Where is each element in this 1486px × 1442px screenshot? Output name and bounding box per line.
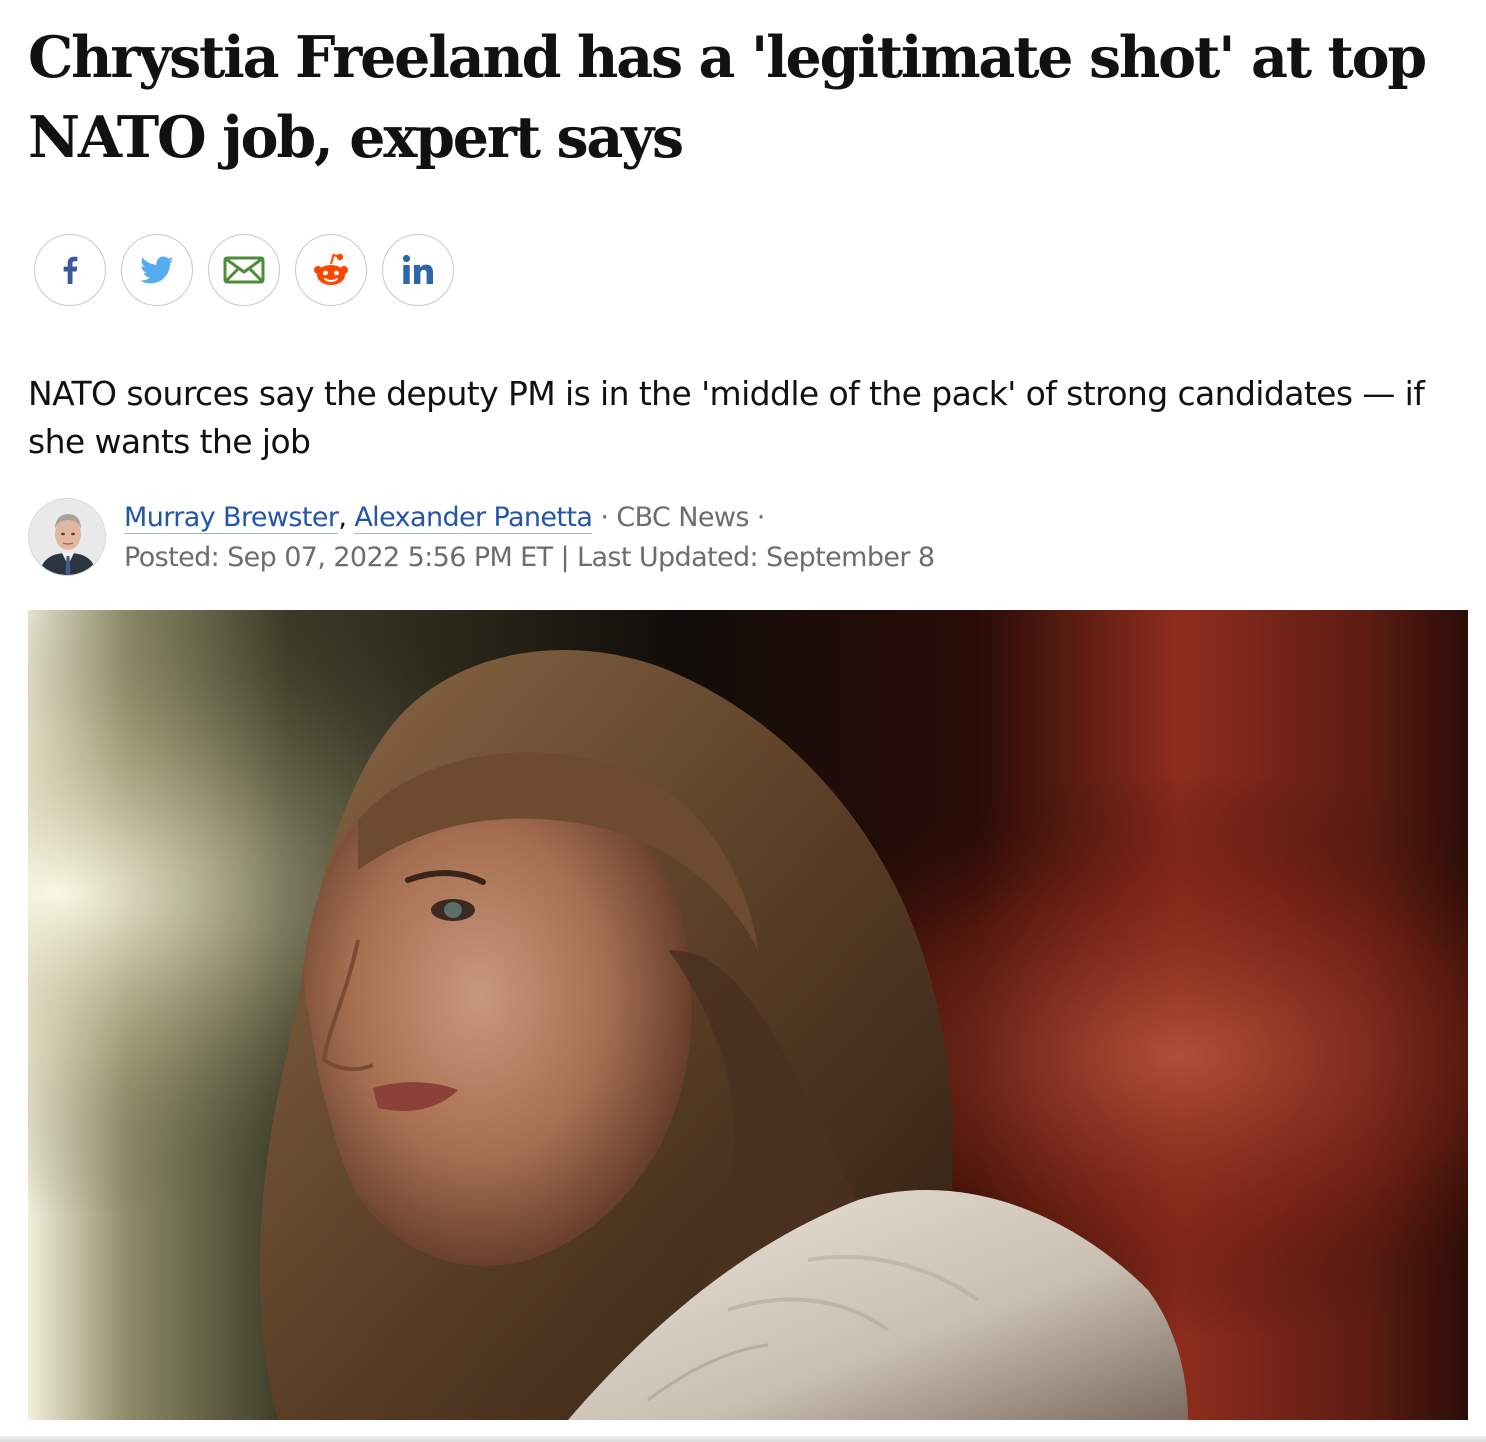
article-headline: Chrystia Freeland has a 'legitimate shot… (28, 24, 1427, 171)
byline-timestamps: Posted: Sep 07, 2022 5:56 PM ET | Last U… (124, 538, 935, 576)
share-reddit-button[interactable] (295, 234, 367, 306)
email-icon (223, 256, 265, 284)
news-source: CBC News (616, 502, 749, 533)
byline-dot-trailing: · (756, 502, 766, 533)
hero-image (28, 610, 1468, 1420)
byline: Murray Brewster, Alexander Panetta · CBC… (28, 498, 1228, 578)
posted-timestamp: Posted: Sep 07, 2022 5:56 PM ET (124, 542, 553, 573)
page-bottom-divider (0, 1436, 1486, 1442)
reddit-icon (314, 253, 348, 285)
byline-authors-line: Murray Brewster, Alexander Panetta · CBC… (124, 500, 934, 538)
share-twitter-button[interactable] (121, 234, 193, 306)
author-avatar (28, 498, 106, 576)
byline-text: Murray Brewster, Alexander Panetta · CBC… (124, 500, 935, 576)
facebook-icon (63, 256, 78, 284)
share-email-button[interactable] (208, 234, 280, 306)
author-separator: , (338, 502, 355, 533)
twitter-icon (140, 256, 174, 284)
share-facebook-button[interactable] (34, 234, 106, 306)
share-bar (34, 234, 454, 306)
share-linkedin-button[interactable] (382, 234, 454, 306)
article-deck: NATO sources say the deputy PM is in the… (28, 374, 1425, 461)
author-link-alexander-panetta[interactable]: Alexander Panetta (354, 502, 593, 534)
author-link-murray-brewster[interactable]: Murray Brewster (124, 502, 339, 534)
timestamp-divider: | (560, 542, 570, 573)
updated-timestamp: Last Updated: September 8 (577, 542, 935, 573)
linkedin-icon (402, 254, 433, 284)
